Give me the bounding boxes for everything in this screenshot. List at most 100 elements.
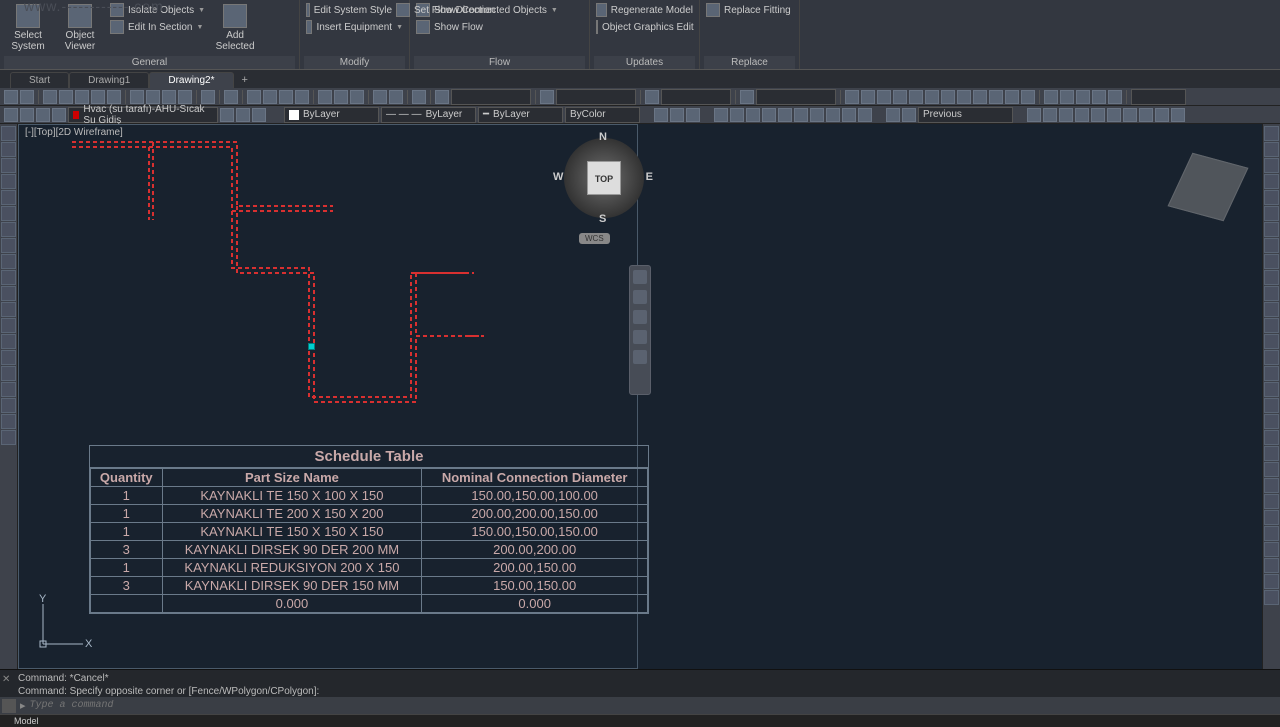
prop-icon[interactable]	[1027, 108, 1041, 122]
draw-tool-icon[interactable]	[1, 382, 16, 397]
qat-icon[interactable]	[845, 90, 859, 104]
draw-tool-icon[interactable]	[1, 142, 16, 157]
layer-icon[interactable]	[252, 108, 266, 122]
selection-grip[interactable]	[308, 343, 315, 350]
qat-drop[interactable]	[1131, 89, 1186, 105]
draw-tool-icon[interactable]	[1, 238, 16, 253]
qat-icon[interactable]	[1076, 90, 1090, 104]
qat-icon[interactable]	[1021, 90, 1035, 104]
qat-icon[interactable]	[389, 90, 403, 104]
modify-tool-icon[interactable]	[1264, 494, 1279, 509]
qat-icon[interactable]	[178, 90, 192, 104]
prop-icon[interactable]	[886, 108, 900, 122]
modify-tool-icon[interactable]	[1264, 206, 1279, 221]
draw-tool-icon[interactable]	[1, 350, 16, 365]
modify-tool-icon[interactable]	[1264, 318, 1279, 333]
qat-icon[interactable]	[279, 90, 293, 104]
nav-zoom-icon[interactable]	[633, 310, 647, 324]
edit-system-style-button[interactable]: Edit System Style▼	[304, 2, 405, 18]
prop-icon[interactable]	[810, 108, 824, 122]
modify-tool-icon[interactable]	[1264, 126, 1279, 141]
qat-icon[interactable]	[247, 90, 261, 104]
modify-tool-icon[interactable]	[1264, 382, 1279, 397]
modify-tool-icon[interactable]	[1264, 190, 1279, 205]
modify-tool-icon[interactable]	[1264, 222, 1279, 237]
modify-tool-icon[interactable]	[1264, 366, 1279, 381]
modify-tool-icon[interactable]	[1264, 158, 1279, 173]
set-flow-direction-button[interactable]: Set Flow Direction	[394, 2, 497, 18]
prop-icon[interactable]	[1139, 108, 1153, 122]
draw-tool-icon[interactable]	[1, 302, 16, 317]
undo-icon[interactable]	[201, 90, 215, 104]
layer-icon[interactable]	[52, 108, 66, 122]
layer-icon[interactable]	[4, 108, 18, 122]
view-compass[interactable]: TOP N S E W	[559, 133, 649, 223]
draw-tool-icon[interactable]	[1, 286, 16, 301]
mleader-style-drop[interactable]	[756, 89, 836, 105]
modify-tool-icon[interactable]	[1264, 350, 1279, 365]
qat-icon[interactable]	[4, 90, 18, 104]
modify-tool-icon[interactable]	[1264, 430, 1279, 445]
prop-icon[interactable]	[670, 108, 684, 122]
draw-tool-icon[interactable]	[1, 398, 16, 413]
modify-tool-icon[interactable]	[1264, 142, 1279, 157]
modify-tool-icon[interactable]	[1264, 398, 1279, 413]
command-input[interactable]	[30, 700, 1278, 711]
prop-icon[interactable]	[1075, 108, 1089, 122]
edit-in-section-button[interactable]: Edit In Section▼	[108, 19, 207, 35]
tab-drawing1[interactable]: Drawing1	[69, 72, 149, 88]
modify-tool-icon[interactable]	[1264, 270, 1279, 285]
viewcube-top[interactable]: TOP	[587, 161, 621, 195]
qat-icon[interactable]	[318, 90, 332, 104]
prop-icon[interactable]	[842, 108, 856, 122]
draw-tool-icon[interactable]	[1, 206, 16, 221]
linetype-dropdown[interactable]: — — —ByLayer	[381, 107, 476, 123]
lineweight-dropdown[interactable]: ━ByLayer	[478, 107, 563, 123]
qat-icon[interactable]	[91, 90, 105, 104]
layer-icon[interactable]	[20, 108, 34, 122]
dim-style-drop[interactable]	[556, 89, 636, 105]
text-style-drop[interactable]	[451, 89, 531, 105]
compass-s[interactable]: S	[599, 213, 606, 225]
qat-icon[interactable]	[740, 90, 754, 104]
prop-icon[interactable]	[1043, 108, 1057, 122]
nav-pan-icon[interactable]	[633, 290, 647, 304]
cmd-close-icon[interactable]: ✕	[2, 674, 10, 685]
qat-icon[interactable]	[957, 90, 971, 104]
tab-drawing2[interactable]: Drawing2*	[149, 72, 233, 88]
qat-icon[interactable]	[893, 90, 907, 104]
nav-wheel-icon[interactable]	[633, 270, 647, 284]
qat-icon[interactable]	[162, 90, 176, 104]
qat-icon[interactable]	[75, 90, 89, 104]
prop-icon[interactable]	[1091, 108, 1105, 122]
modify-tool-icon[interactable]	[1264, 510, 1279, 525]
qat-icon[interactable]	[334, 90, 348, 104]
view-previous-dropdown[interactable]: Previous	[918, 107, 1013, 123]
prop-icon[interactable]	[1171, 108, 1185, 122]
layer-icon[interactable]	[220, 108, 234, 122]
draw-tool-icon[interactable]	[1, 414, 16, 429]
drawing-canvas[interactable]: [-][Top][2D Wireframe] TOP N S E	[18, 124, 1280, 669]
qat-icon[interactable]	[1092, 90, 1106, 104]
qat-icon[interactable]	[645, 90, 659, 104]
viewport[interactable]: [-][Top][2D Wireframe] TOP N S E	[18, 124, 638, 669]
modify-tool-icon[interactable]	[1264, 462, 1279, 477]
modify-tool-icon[interactable]	[1264, 478, 1279, 493]
modify-tool-icon[interactable]	[1264, 334, 1279, 349]
model-tab[interactable]: Model	[6, 716, 47, 726]
table-style-drop[interactable]	[661, 89, 731, 105]
qat-icon[interactable]	[909, 90, 923, 104]
draw-tool-icon[interactable]	[1, 254, 16, 269]
draw-tool-icon[interactable]	[1, 430, 16, 445]
add-selected-button[interactable]: Add Selected	[211, 2, 259, 54]
draw-tool-icon[interactable]	[1, 222, 16, 237]
command-prompt-icon[interactable]	[2, 699, 16, 713]
nav-orbit-icon[interactable]	[633, 330, 647, 344]
qat-icon[interactable]	[1044, 90, 1058, 104]
qat-icon[interactable]	[373, 90, 387, 104]
qat-icon[interactable]	[263, 90, 277, 104]
prop-icon[interactable]	[730, 108, 744, 122]
wcs-badge[interactable]: WCS	[579, 233, 610, 244]
qat-icon[interactable]	[1108, 90, 1122, 104]
qat-icon[interactable]	[107, 90, 121, 104]
